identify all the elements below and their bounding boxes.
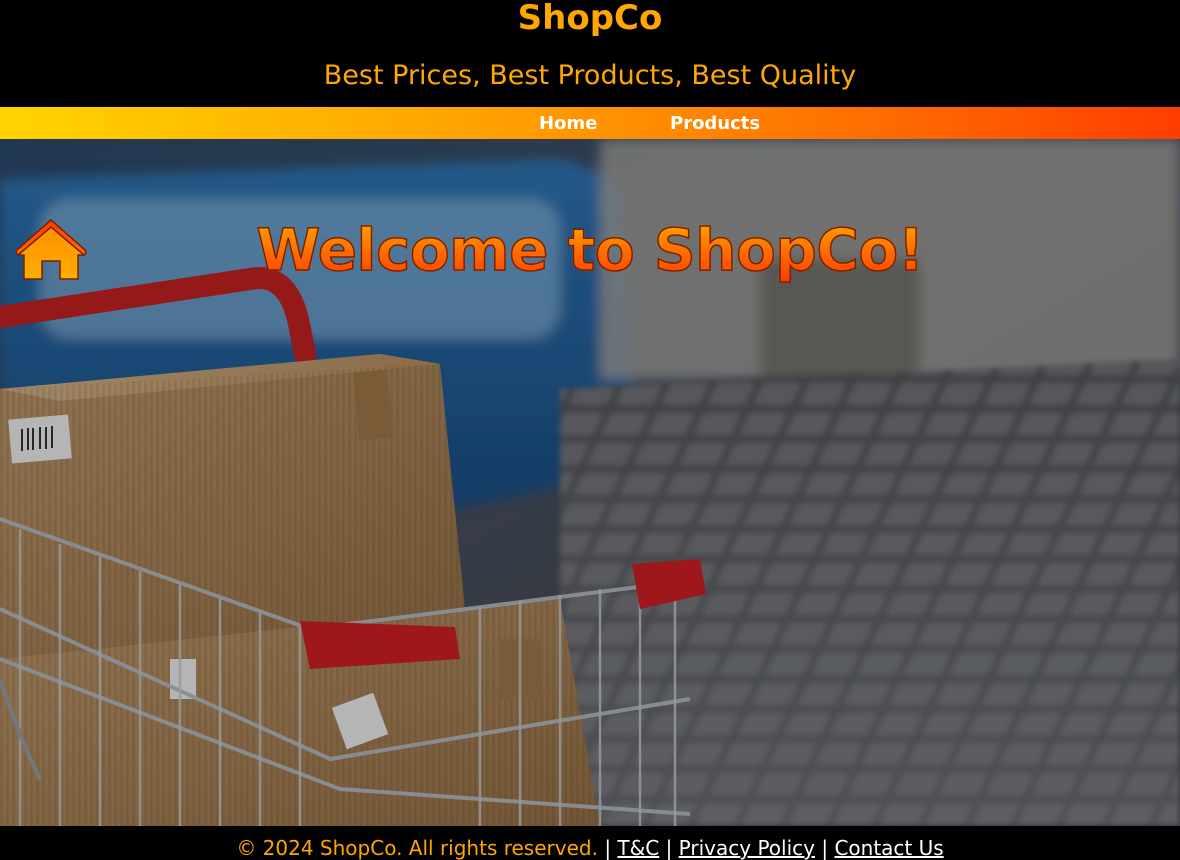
site-tagline: Best Prices, Best Products, Best Quality <box>323 60 857 91</box>
footer-separator: | <box>604 836 612 860</box>
nav-products-link[interactable]: Products <box>670 113 760 135</box>
hero-banner: Welcome to ShopCo! <box>0 139 1180 826</box>
home-icon <box>15 218 87 280</box>
hero-title: Welcome to ShopCo! <box>0 216 1180 284</box>
site-header: ShopCo Best Prices, Best Products, Best … <box>0 0 1180 107</box>
footer-separator: | <box>665 836 673 860</box>
site-brand: ShopCo <box>517 0 663 38</box>
footer-separator: | <box>821 836 829 860</box>
main-nav: Home Products <box>0 107 1180 139</box>
footer-tc-link[interactable]: T&C <box>617 836 659 860</box>
hero-title-text: Welcome to ShopCo! <box>256 216 925 284</box>
nav-home-link[interactable]: Home <box>539 113 597 135</box>
footer-contact-link[interactable]: Contact Us <box>834 836 943 860</box>
site-footer: © 2024 ShopCo. All rights reserved. | T&… <box>0 826 1180 860</box>
footer-copyright: © 2024 ShopCo. All rights reserved. <box>236 836 598 860</box>
footer-privacy-link[interactable]: Privacy Policy <box>679 836 815 860</box>
